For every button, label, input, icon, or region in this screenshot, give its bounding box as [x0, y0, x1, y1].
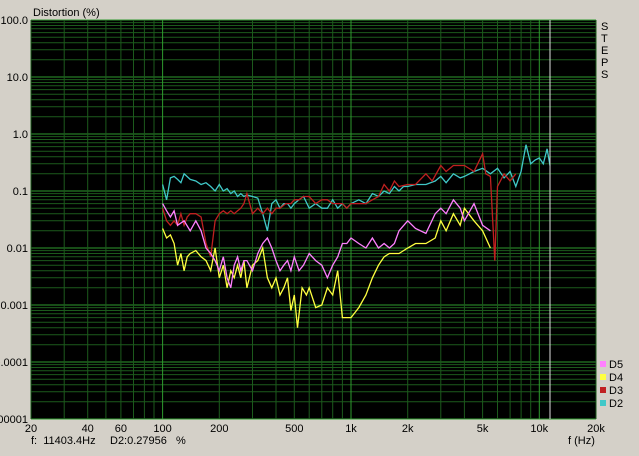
x-tick-label: 20	[25, 423, 37, 435]
x-tick-label: 40	[82, 423, 94, 435]
legend-label: D5	[609, 359, 623, 371]
legend: D5D4D3D2	[600, 359, 623, 410]
y-tick-label: 0.0001	[0, 357, 28, 369]
legend-label: D2	[609, 398, 623, 410]
x-tick-label: 500	[285, 423, 303, 435]
legend-swatch	[600, 387, 606, 393]
y-tick-label: 0.01	[7, 243, 28, 255]
x-tick-label: 10k	[530, 423, 548, 435]
y-tick-label: 0.001	[0, 300, 28, 312]
legend-swatch	[600, 361, 606, 367]
distortion-readout: D2:0.27956	[110, 435, 167, 447]
distortion-unit: %	[176, 435, 186, 447]
y-tick-label: 100.0	[0, 15, 28, 27]
x-axis-label: f (Hz)	[568, 435, 595, 447]
legend-label: D4	[609, 372, 623, 384]
x-tick-label: 2k	[402, 423, 414, 435]
steps-letter: E	[601, 45, 608, 57]
legend-swatch	[600, 400, 606, 406]
y-tick-label: 1.0	[13, 129, 28, 141]
steps-letter: S	[601, 69, 608, 81]
steps-letter: S	[601, 21, 608, 33]
legend-swatch	[600, 374, 606, 380]
y-tick-label: 10.0	[7, 72, 28, 84]
y-tick-label: 0.1	[13, 186, 28, 198]
x-axis-ticks: 20 40 60 100 200 500 1k 2k 5k 10k 20k	[25, 423, 605, 435]
distortion-chart: 100.0 10.0 1.0 0.1 0.01 0.001 0.0001 0.00001 20…	[0, 7, 623, 447]
x-tick-label: 60	[115, 423, 127, 435]
y-axis-label: Distortion (%)	[33, 7, 100, 19]
steps-label[interactable]: STEPS	[601, 21, 608, 81]
frequency-readout: f: 11403.4Hz	[31, 435, 96, 447]
x-tick-label: 20k	[587, 423, 605, 435]
steps-letter: T	[601, 33, 608, 45]
x-tick-label: 100	[153, 423, 171, 435]
y-tick-label: 0.00001	[0, 414, 28, 426]
steps-letter: P	[601, 57, 608, 69]
x-tick-label: 200	[210, 423, 228, 435]
legend-label: D3	[609, 385, 623, 397]
x-tick-label: 5k	[477, 423, 489, 435]
y-axis-ticks: 100.0 10.0 1.0 0.1 0.01 0.001 0.0001 0.00001	[0, 15, 28, 426]
x-tick-label: 1k	[345, 423, 357, 435]
